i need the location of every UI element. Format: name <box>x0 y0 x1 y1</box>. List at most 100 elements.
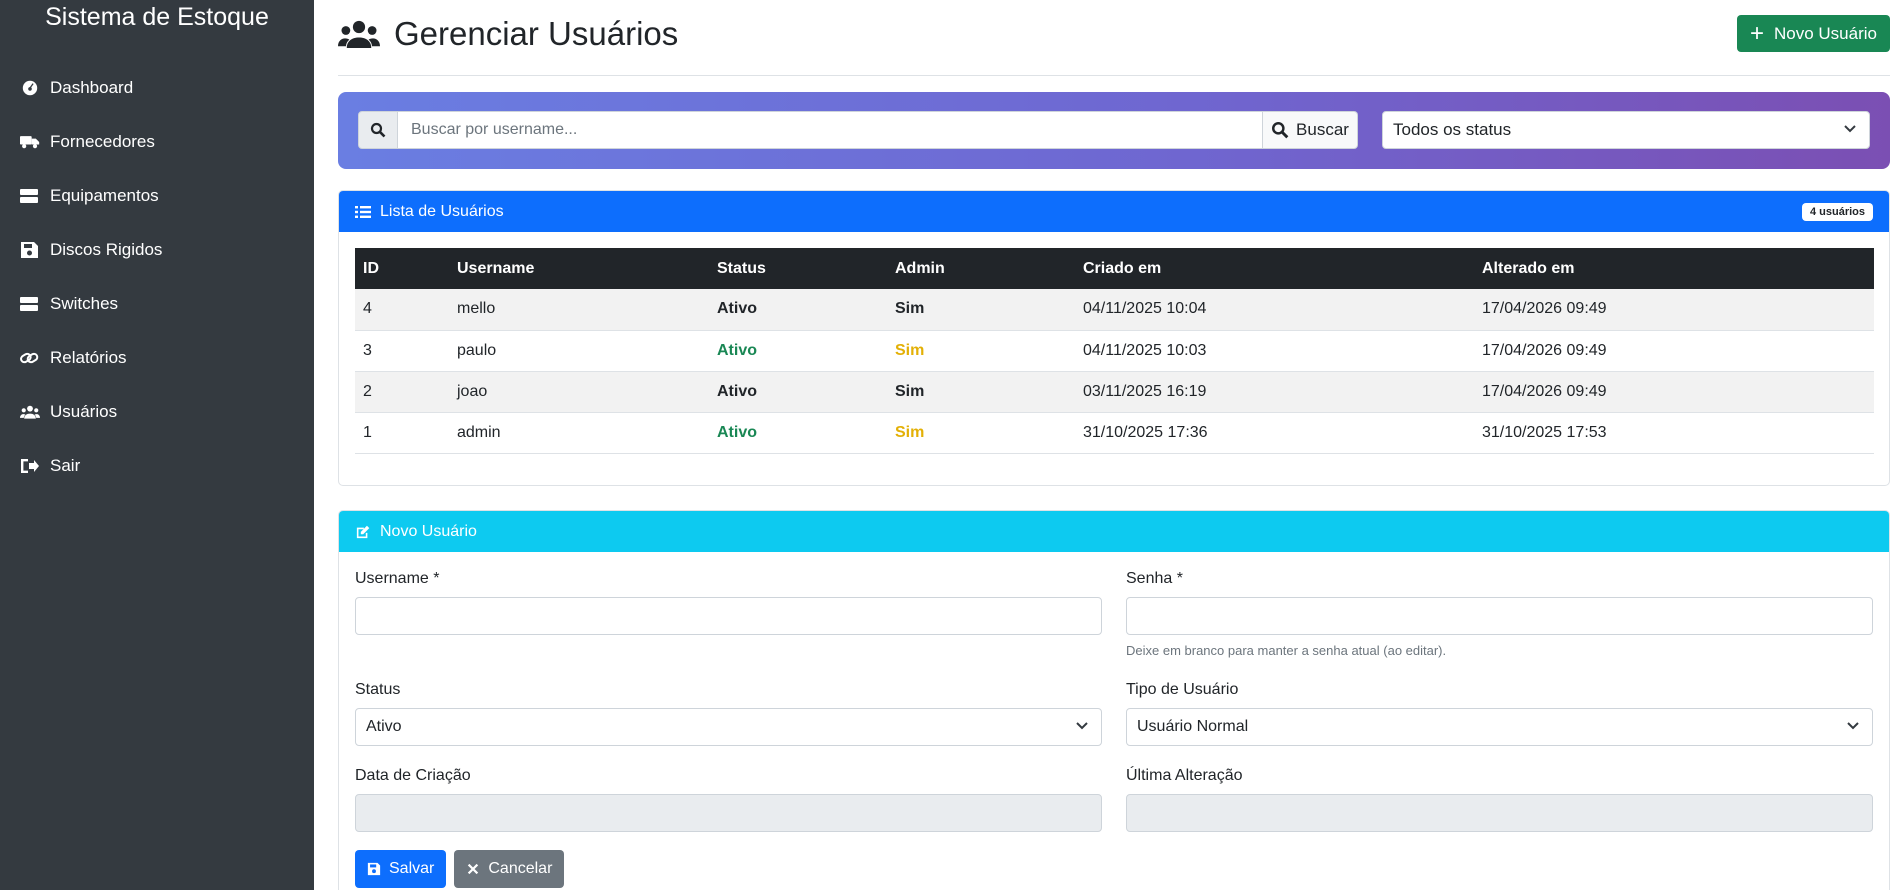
new-user-button[interactable]: + Novo Usuário <box>1736 15 1890 52</box>
updated-date-label: Última Alteração <box>1126 767 1243 784</box>
status-label: Status <box>355 681 401 698</box>
sidebar-item-usuarios[interactable]: Usuários <box>0 385 314 439</box>
sidebar-item-fornecedores[interactable]: Fornecedores <box>0 115 314 169</box>
main-content: Gerenciar Usuários + Novo Usuário Buscar… <box>338 0 1890 890</box>
new-user-button-label: Novo Usuário <box>1774 23 1877 43</box>
cell-username: admin <box>449 412 709 454</box>
cell-id: 2 <box>355 371 449 413</box>
sidebar-item-label: Sair <box>50 456 81 475</box>
sidebar-item-relatorios[interactable]: Relatórios <box>0 331 314 385</box>
password-input[interactable] <box>1126 597 1873 635</box>
server-icon <box>20 187 50 205</box>
updated-date-field-group: Última Alteração <box>1126 767 1873 832</box>
cell-username: joao <box>449 371 709 413</box>
status-select-value: Ativo <box>366 718 402 735</box>
search-button[interactable]: Buscar <box>1263 111 1358 149</box>
cell-updated: 17/04/2026 09:49 <box>1474 330 1874 372</box>
column-header-username[interactable]: Username <box>449 248 709 289</box>
username-input[interactable] <box>355 597 1102 635</box>
cell-updated: 17/04/2026 09:49 <box>1474 371 1874 413</box>
cell-id: 4 <box>355 289 449 331</box>
sidebar-item-label: Fornecedores <box>50 132 155 151</box>
sidebar: Sistema de Estoque Dashboard Fornecedore… <box>0 0 314 890</box>
cell-created: 04/11/2025 10:04 <box>1075 289 1474 331</box>
table-row[interactable]: 1 admin Ativo Sim 31/10/2025 17:36 31/10… <box>355 412 1874 454</box>
search-button-label: Buscar <box>1296 120 1349 139</box>
sidebar-item-switches[interactable]: Switches <box>0 277 314 331</box>
user-list-title-text: Lista de Usuários <box>380 202 504 220</box>
users-icon <box>20 403 50 421</box>
sidebar-item-sair[interactable]: Sair <box>0 439 314 493</box>
floppy-icon <box>20 241 50 259</box>
table-row[interactable]: 3 paulo Ativo Sim 04/11/2025 10:03 17/04… <box>355 330 1874 372</box>
table-row[interactable]: 2 joao Ativo Sim 03/11/2025 16:19 17/04/… <box>355 371 1874 413</box>
username-label: Username * <box>355 570 440 587</box>
sidebar-item-dashboard[interactable]: Dashboard <box>0 61 314 115</box>
sidebar-item-discos[interactable]: Discos Rigidos <box>0 223 314 277</box>
user-list-title: Lista de Usuários <box>355 203 504 221</box>
users-table: ID Username Status Admin Criado em Alter… <box>355 248 1874 454</box>
cancel-button-label: Cancelar <box>488 860 553 877</box>
column-header-admin[interactable]: Admin <box>887 248 1075 289</box>
user-list-header: Lista de Usuários 4 usuários <box>339 191 1889 232</box>
user-type-field-group: Tipo de Usuário Usuário Normal <box>1126 681 1873 746</box>
cell-status: Ativo <box>709 412 887 454</box>
chevron-down-icon <box>1843 120 1857 140</box>
cell-status: Ativo <box>709 371 887 413</box>
sidebar-item-label: Discos Rigidos <box>50 240 163 259</box>
search-icon <box>1272 122 1289 139</box>
password-help-text: Deixe em branco para manter a senha atua… <box>1126 643 1447 658</box>
sidebar-item-label: Dashboard <box>50 78 134 97</box>
edit-icon <box>356 525 370 538</box>
page-title-text: Gerenciar Usuários <box>394 14 679 52</box>
search-input[interactable] <box>398 111 1263 149</box>
cancel-button[interactable]: Cancelar <box>454 850 565 888</box>
user-type-select[interactable]: Usuário Normal <box>1126 708 1873 746</box>
status-filter-select[interactable]: Todos os status <box>1382 111 1870 149</box>
username-field-group: Username * <box>355 570 1102 635</box>
created-date-label: Data de Criação <box>355 767 471 784</box>
cell-created: 03/11/2025 16:19 <box>1075 371 1474 413</box>
column-header-updated[interactable]: Alterado em <box>1474 248 1874 289</box>
save-button-label: Salvar <box>389 860 435 877</box>
column-header-status[interactable]: Status <box>709 248 887 289</box>
brand-title: Sistema de Estoque <box>45 3 269 31</box>
status-filter-value: Todos os status <box>1393 120 1512 139</box>
close-icon <box>468 863 479 875</box>
cell-username: mello <box>449 289 709 331</box>
user-count-badge: 4 usuários <box>1801 202 1873 221</box>
updated-date-input <box>1126 794 1873 832</box>
save-button[interactable]: Salvar <box>355 850 447 888</box>
server-icon <box>20 295 50 313</box>
cell-admin: Sim <box>887 371 1075 413</box>
cell-created: 04/11/2025 10:03 <box>1075 330 1474 372</box>
user-list-card: Lista de Usuários 4 usuários ID Username… <box>338 190 1890 486</box>
created-date-input <box>355 794 1102 832</box>
table-row[interactable]: 4 mello Ativo Sim 04/11/2025 10:04 17/04… <box>355 289 1874 331</box>
cell-updated: 17/04/2026 09:49 <box>1474 289 1874 331</box>
cell-updated: 31/10/2025 17:53 <box>1474 412 1874 454</box>
column-header-id[interactable]: ID <box>355 248 449 289</box>
sidebar-item-label: Usuários <box>50 402 118 421</box>
cell-status: Ativo <box>709 330 887 372</box>
sidebar-item-equipamentos[interactable]: Equipamentos <box>0 169 314 223</box>
dashboard-icon <box>20 79 50 97</box>
user-form-card: Novo Usuário Username * Senha * Deixe em… <box>338 510 1890 890</box>
status-field-group: Status Ativo <box>355 681 1102 746</box>
password-field-group: Senha * Deixe em branco para manter a se… <box>1126 570 1873 658</box>
user-type-select-value: Usuário Normal <box>1137 718 1249 735</box>
status-select[interactable]: Ativo <box>355 708 1102 746</box>
cell-id: 3 <box>355 330 449 372</box>
link-icon <box>20 349 50 367</box>
user-form-title-text: Novo Usuário <box>380 522 477 540</box>
sign-out-icon <box>20 457 50 475</box>
table-header-row: ID Username Status Admin Criado em Alter… <box>355 248 1874 289</box>
created-date-field-group: Data de Criação <box>355 767 1102 832</box>
user-form-header: Novo Usuário <box>339 511 1889 552</box>
user-form-title: Novo Usuário <box>355 523 477 541</box>
form-actions: Salvar Cancelar <box>355 850 572 888</box>
search-icon <box>358 111 398 149</box>
column-header-created[interactable]: Criado em <box>1075 248 1474 289</box>
page-header: Gerenciar Usuários + Novo Usuário <box>338 0 1890 76</box>
cell-created: 31/10/2025 17:36 <box>1075 412 1474 454</box>
